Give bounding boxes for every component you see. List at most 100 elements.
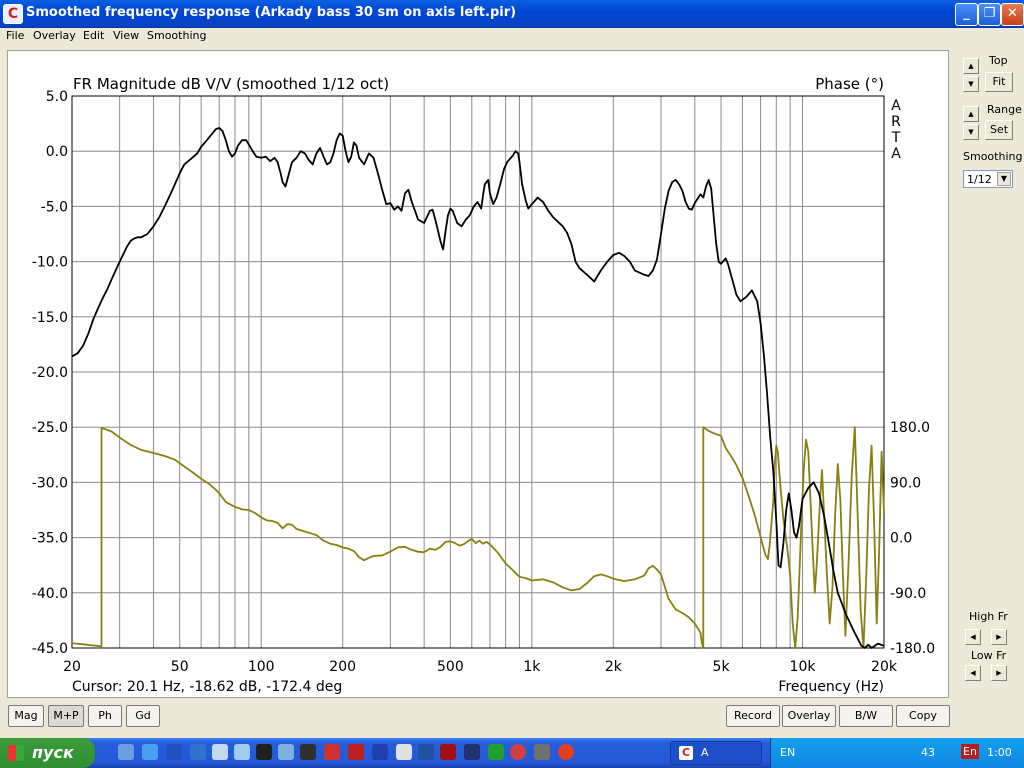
quicklaunch-app-icon[interactable] — [440, 744, 456, 760]
window-title: Smoothed frequency response (Arkady bass… — [26, 5, 517, 20]
watermark-letter: A — [891, 98, 901, 114]
phase-axis-title: Phase (°) — [815, 75, 884, 93]
plot-panel[interactable]: FR Magnitude dB V/V (smoothed 1/12 oct) … — [7, 50, 949, 698]
y-tick-label: -15.0 — [32, 310, 68, 326]
smoothing-select[interactable]: 1/12 ▼ — [963, 170, 1013, 188]
photoshop-icon[interactable] — [464, 744, 480, 760]
high-fr-label: High Fr — [969, 610, 1008, 623]
quicklaunch-app-icon[interactable] — [510, 744, 526, 760]
taskbar-window-label: A — [701, 746, 709, 759]
quicklaunch-app-icon[interactable] — [118, 744, 134, 760]
y-tick-label: -5.0 — [41, 199, 68, 215]
arta-watermark: ARTA — [891, 98, 901, 162]
x-axis-label: Frequency (Hz) — [778, 679, 884, 695]
quicklaunch-app-icon[interactable] — [166, 744, 182, 760]
quicklaunch-app-icon[interactable] — [256, 744, 272, 760]
x-tick-label: 200 — [329, 659, 356, 675]
range-down-arrow[interactable]: ▼ — [963, 124, 979, 140]
ph-button[interactable]: Ph — [88, 705, 122, 727]
x-tick-label: 500 — [437, 659, 464, 675]
smoothing-value: 1/12 — [967, 173, 992, 186]
x-tick-label: 50 — [171, 659, 189, 675]
quicklaunch-app-icon[interactable] — [212, 744, 228, 760]
low-fr-label: Low Fr — [971, 649, 1007, 662]
x-tick-label: 100 — [248, 659, 275, 675]
cursor-readout: Cursor: 20.1 Hz, -18.62 dB, -172.4 deg — [72, 679, 342, 695]
quicklaunch-app-icon[interactable] — [418, 744, 434, 760]
quicklaunch-app-icon[interactable] — [558, 744, 574, 760]
phase-tick-label: -180.0 — [890, 641, 935, 657]
internet-explorer-icon[interactable] — [142, 744, 158, 760]
y-tick-label: -20.0 — [32, 365, 68, 381]
menu-overlay[interactable]: Overlay — [33, 29, 76, 42]
copy-button[interactable]: Copy — [896, 705, 950, 727]
smoothing-label: Smoothing — [963, 150, 1023, 163]
start-button[interactable]: пуск — [0, 738, 95, 768]
x-tick-label: 2k — [605, 659, 623, 675]
quicklaunch-app-icon[interactable] — [488, 744, 504, 760]
mag-button[interactable]: Mag — [8, 705, 44, 727]
app-icon: C — [679, 746, 693, 760]
quicklaunch-app-icon[interactable] — [300, 744, 316, 760]
quicklaunch-app-icon[interactable] — [324, 744, 340, 760]
y-tick-label: -35.0 — [32, 531, 68, 547]
overlay-button[interactable]: Overlay — [782, 705, 836, 727]
low-fr-left-arrow[interactable]: ◀ — [965, 665, 981, 681]
language-indicator[interactable]: EN — [780, 746, 795, 759]
chevron-down-icon[interactable]: ▼ — [997, 172, 1011, 186]
close-button[interactable]: ✕ — [1001, 3, 1024, 26]
watermark-letter: A — [891, 146, 901, 162]
x-axis-ticks: 20 50 100 200 500 1k 2k 5k 10k 20k — [63, 659, 898, 675]
y-axis-ticks: 5.0 0.0 -5.0 -10.0 -15.0 -20.0 -25.0 -30.0 -35.0… — [32, 89, 68, 657]
start-label: пуск — [32, 743, 74, 762]
taskbar-window-arta[interactable]: C A — [670, 741, 762, 765]
quicklaunch-app-icon[interactable] — [396, 744, 412, 760]
x-tick-label: 20k — [871, 659, 898, 675]
mp-button[interactable]: M+P — [48, 705, 84, 727]
high-fr-left-arrow[interactable]: ◀ — [965, 629, 981, 645]
y-tick-label: -10.0 — [32, 255, 68, 271]
watermark-letter: T — [891, 130, 901, 146]
quicklaunch-app-icon[interactable] — [234, 744, 250, 760]
maximize-button[interactable]: ❐ — [978, 3, 1001, 26]
x-tick-label: 10k — [790, 659, 817, 675]
quicklaunch-app-icon[interactable] — [372, 744, 388, 760]
y-tick-label: -30.0 — [32, 475, 68, 491]
top-up-arrow[interactable]: ▲ — [963, 58, 979, 74]
word-icon[interactable] — [190, 744, 206, 760]
phase-tick-label: 90.0 — [890, 475, 921, 491]
y-tick-label: -25.0 — [32, 420, 68, 436]
keyboard-layout-indicator[interactable]: En — [961, 744, 979, 759]
windows-logo-icon — [8, 745, 24, 761]
fit-button[interactable]: Fit — [985, 72, 1013, 92]
frequency-response-chart[interactable]: FR Magnitude dB V/V (smoothed 1/12 oct) … — [8, 51, 948, 697]
tray-number: 43 — [921, 746, 935, 759]
minimize-button[interactable]: _ — [955, 3, 978, 26]
y-tick-label: 5.0 — [46, 89, 68, 105]
set-button[interactable]: Set — [985, 120, 1013, 140]
low-fr-right-arrow[interactable]: ▶ — [991, 665, 1007, 681]
phase-tick-label: 180.0 — [890, 420, 930, 436]
watermark-letter: R — [891, 114, 901, 130]
menu-file[interactable]: File — [6, 29, 24, 42]
menu-edit[interactable]: Edit — [83, 29, 104, 42]
high-fr-right-arrow[interactable]: ▶ — [991, 629, 1007, 645]
quicklaunch-app-icon[interactable] — [348, 744, 364, 760]
bw-button[interactable]: B/W — [839, 705, 893, 727]
title-bar[interactable]: C Smoothed frequency response (Arkady ba… — [0, 0, 1024, 28]
app-icon[interactable]: C — [3, 4, 23, 24]
top-label: Top — [989, 54, 1008, 67]
range-label: Range — [987, 103, 1022, 116]
menu-smoothing[interactable]: Smoothing — [147, 29, 206, 42]
phase-axis-ticks: 180.0 90.0 0.0 -90.0 -180.0 — [890, 420, 935, 657]
system-tray: EN 43 En 1:00 — [770, 738, 1024, 768]
gd-button[interactable]: Gd — [126, 705, 160, 727]
clock: 1:00 — [987, 746, 1012, 759]
range-up-arrow[interactable]: ▲ — [963, 106, 979, 122]
top-down-arrow[interactable]: ▼ — [963, 76, 979, 92]
quicklaunch-app-icon[interactable] — [534, 744, 550, 760]
y-tick-label: -40.0 — [32, 586, 68, 602]
record-button[interactable]: Record — [726, 705, 780, 727]
quicklaunch-app-icon[interactable] — [278, 744, 294, 760]
menu-view[interactable]: View — [113, 29, 139, 42]
